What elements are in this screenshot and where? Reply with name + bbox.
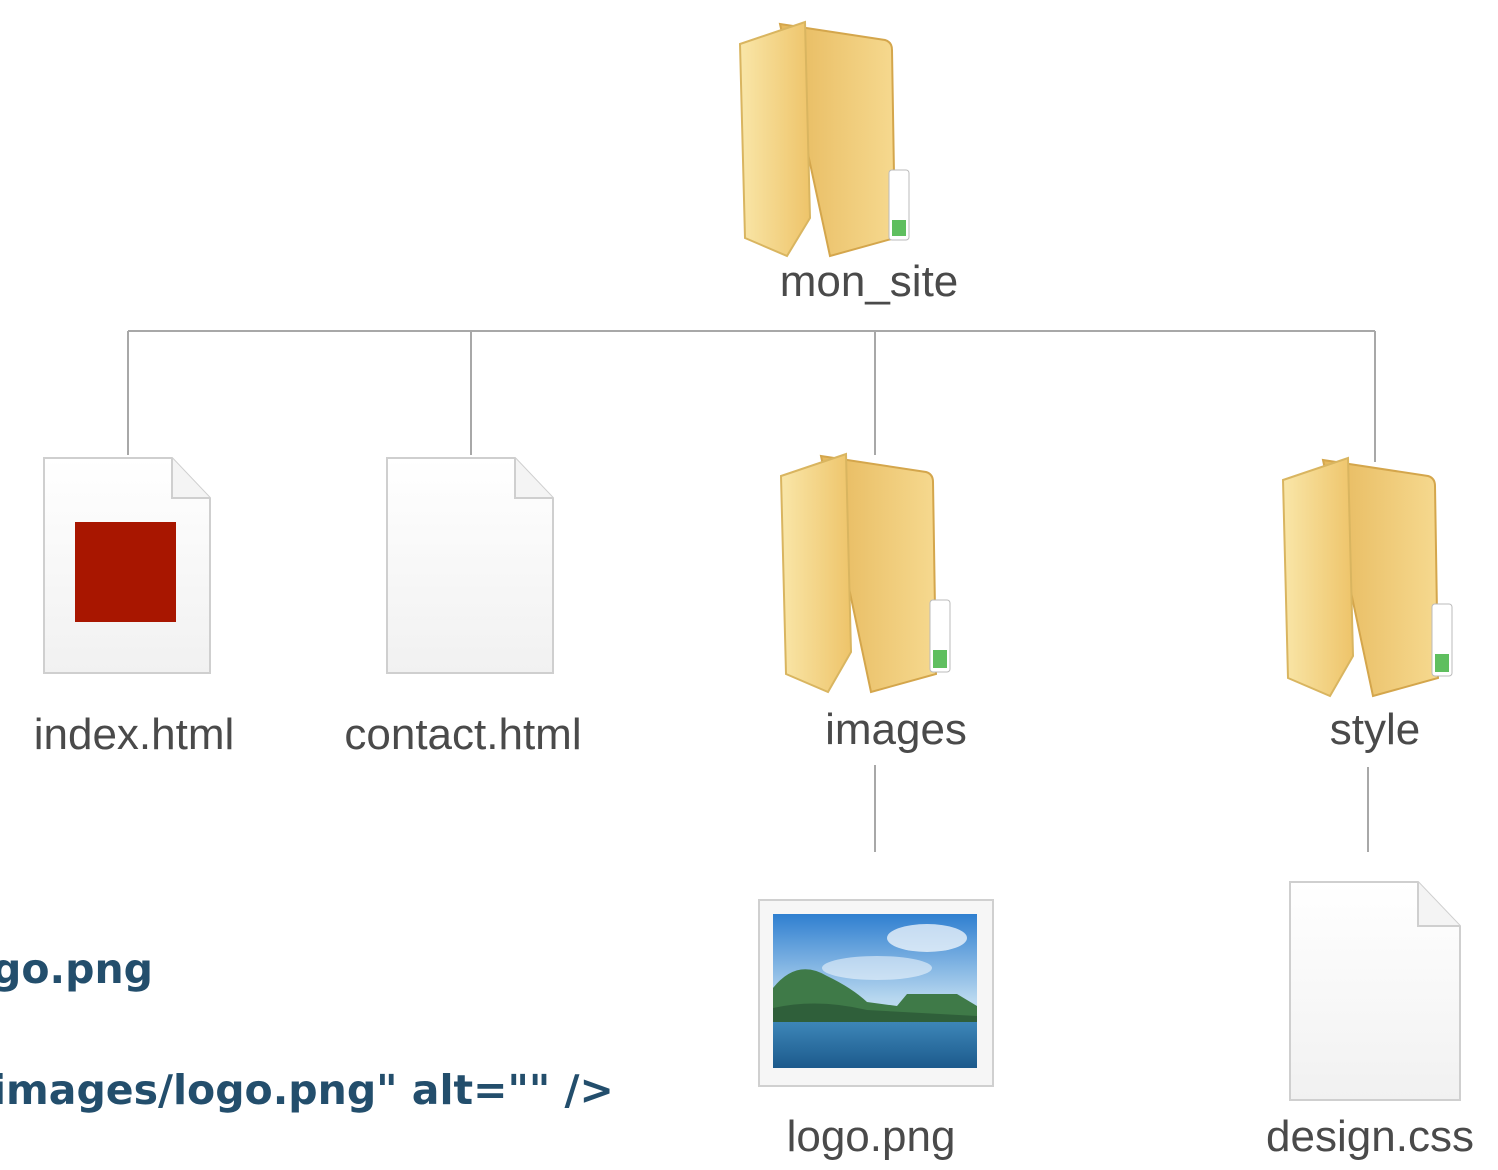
highlight-marker (75, 522, 176, 622)
image-file-icon[interactable] (757, 898, 997, 1090)
code-line-filename: go.png (0, 945, 153, 993)
style-folder-label: style (1329, 705, 1421, 754)
document-icon[interactable] (385, 456, 555, 676)
logo-file-label: logo.png (786, 1112, 956, 1161)
contact-file-label: contact.html (344, 710, 582, 759)
folder-icon[interactable] (776, 452, 966, 697)
root-folder-label: mon_site (779, 257, 959, 306)
document-icon[interactable] (1288, 880, 1463, 1105)
code-line-img-tag: images/logo.png" alt="" /> (0, 1066, 614, 1114)
html-file-icon[interactable] (42, 456, 212, 676)
index-file-label: index.html (33, 710, 235, 759)
folder-icon[interactable] (735, 20, 925, 260)
design-css-label: design.css (1266, 1112, 1474, 1161)
folder-icon[interactable] (1278, 456, 1478, 701)
images-folder-label: images (825, 705, 967, 754)
